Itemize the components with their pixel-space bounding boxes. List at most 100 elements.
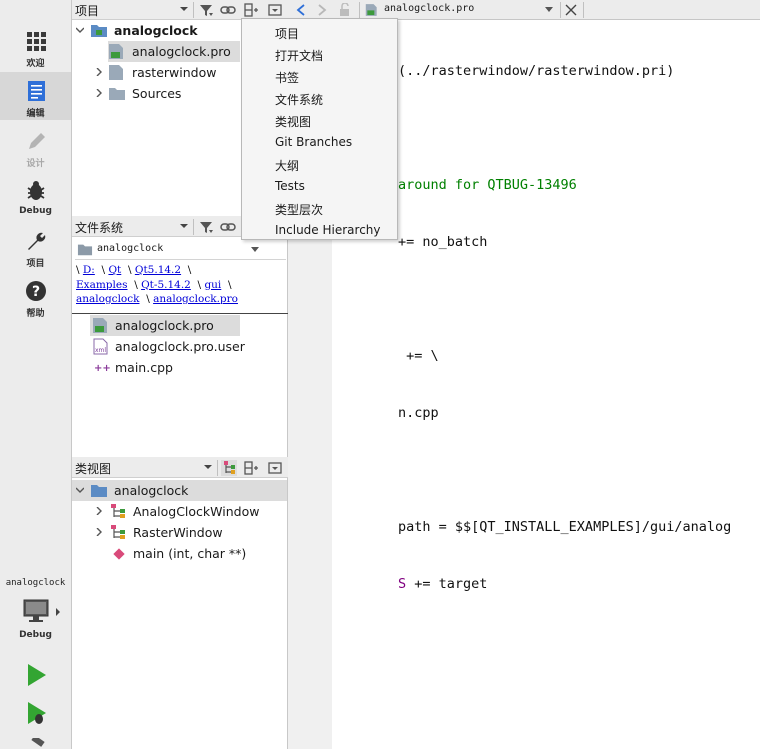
- svg-text:++: ++: [94, 363, 110, 374]
- breadcrumb-link[interactable]: analogclock.pro: [153, 293, 238, 305]
- lock-icon[interactable]: [338, 3, 352, 17]
- chevron-down-icon[interactable]: [76, 486, 84, 494]
- chevron-right-icon[interactable]: [95, 68, 103, 76]
- close-pane-icon[interactable]: [267, 460, 283, 476]
- breadcrumb-link[interactable]: Examples: [76, 279, 128, 291]
- mode-bar: 欢迎 编辑 设计 Debug 项目 ? 帮助 analogclock Debug: [0, 0, 72, 749]
- folder-icon: [77, 244, 93, 256]
- pencil-icon: [29, 133, 45, 149]
- menu-item-include-hierarchy[interactable]: Include Hierarchy: [243, 219, 396, 241]
- breadcrumb-link[interactable]: D:: [83, 264, 95, 276]
- close-pane-icon[interactable]: [267, 2, 283, 18]
- svg-text:xml: xml: [95, 347, 106, 354]
- split-icon[interactable]: [243, 460, 259, 476]
- menu-item-projects[interactable]: 项目: [243, 21, 396, 43]
- mode-welcome[interactable]: 欢迎: [0, 22, 71, 70]
- code-keyword: S: [398, 576, 407, 592]
- svg-text:?: ?: [32, 284, 40, 300]
- project-folder-icon: [91, 25, 107, 37]
- run-icon[interactable]: [24, 662, 48, 688]
- class-item-rasterwindow[interactable]: RasterWindow: [72, 522, 288, 543]
- menu-item-git-branches[interactable]: Git Branches: [243, 131, 396, 153]
- code-line: S += target: [398, 575, 731, 594]
- tree-item-label: Sources: [132, 86, 182, 101]
- filter-icon[interactable]: [198, 2, 214, 18]
- close-icon[interactable]: [565, 4, 577, 16]
- breadcrumb-link[interactable]: Qt: [108, 264, 121, 276]
- chevron-down-icon[interactable]: [250, 246, 260, 254]
- chevron-down-icon[interactable]: [544, 6, 554, 14]
- back-arrow-icon[interactable]: [296, 4, 306, 16]
- kit-selector-arrow[interactable]: [56, 608, 60, 616]
- help-icon: ?: [26, 281, 46, 301]
- chevron-down-icon[interactable]: [179, 221, 189, 231]
- breadcrumb-link[interactable]: analogclock: [76, 293, 140, 305]
- link-icon[interactable]: [220, 2, 236, 18]
- file-item-label: main.cpp: [115, 360, 173, 375]
- link-icon[interactable]: [220, 219, 236, 235]
- mode-label: 项目: [26, 259, 45, 269]
- menu-item-tests[interactable]: Tests: [243, 175, 396, 197]
- menu-item-outline[interactable]: 大纲: [243, 153, 396, 175]
- class-item-project[interactable]: analogclock: [72, 480, 287, 501]
- combo-value: analogclock: [97, 243, 164, 254]
- chevron-down-icon[interactable]: [203, 462, 213, 472]
- mode-edit[interactable]: 编辑: [0, 72, 71, 120]
- code-area[interactable]: (../rasterwindow/rasterwindow.pri) aroun…: [398, 24, 731, 632]
- folder-icon: [109, 88, 125, 100]
- class-icon: [111, 525, 125, 539]
- chevron-right-icon[interactable]: [95, 507, 103, 515]
- classview-pane-header: 类视图: [72, 457, 288, 478]
- chevron-down-icon[interactable]: [76, 26, 84, 34]
- class-item-label: analogclock: [114, 483, 189, 498]
- chevron-down-icon[interactable]: [179, 4, 189, 14]
- filter-icon[interactable]: [198, 219, 214, 235]
- tree-item-pro-file[interactable]: analogclock.pro: [108, 41, 240, 62]
- mode-design[interactable]: 设计: [0, 122, 71, 170]
- filesystem-root-combo[interactable]: analogclock: [75, 240, 286, 260]
- debug-run-icon[interactable]: [24, 700, 48, 726]
- code-line: (../rasterwindow/rasterwindow.pri): [398, 63, 675, 79]
- file-item-main-cpp[interactable]: ++ main.cpp: [72, 357, 288, 378]
- grid-icon: [27, 32, 46, 51]
- code-line-comment: around for QTBUG-13496: [398, 177, 577, 193]
- file-item-pro-user[interactable]: xml analogclock.pro.user: [72, 336, 288, 357]
- class-item-label: AnalogClockWindow: [133, 504, 260, 519]
- code-text: += target: [406, 576, 488, 592]
- class-item-main-function[interactable]: main (int, char **): [72, 543, 288, 564]
- class-hierarchy-icon[interactable]: [221, 460, 237, 476]
- forward-arrow-icon[interactable]: [317, 4, 327, 16]
- menu-item-open-documents[interactable]: 打开文档: [243, 43, 396, 65]
- breadcrumb: \ D: \ Qt \ Qt5.14.2 \ Examples \ Qt-5.1…: [76, 264, 238, 305]
- monitor-icon[interactable]: [22, 598, 50, 624]
- split-icon[interactable]: [243, 2, 259, 18]
- breadcrumb-link[interactable]: gui: [204, 279, 221, 291]
- code-line: n.cpp: [398, 405, 439, 421]
- code-line: += \: [398, 348, 439, 364]
- bug-icon: [27, 181, 45, 200]
- document-edit-icon: [28, 81, 45, 101]
- breadcrumb-link[interactable]: Qt5.14.2: [135, 264, 181, 276]
- editor-tab-filename[interactable]: analogclock.pro: [384, 3, 474, 14]
- menu-item-type-hierarchy[interactable]: 类型层次: [243, 197, 396, 219]
- mode-help[interactable]: ? 帮助: [0, 272, 71, 320]
- chevron-right-icon[interactable]: [95, 528, 103, 536]
- mode-debug[interactable]: Debug: [0, 172, 71, 220]
- class-item-label: RasterWindow: [133, 525, 223, 540]
- file-item-pro[interactable]: analogclock.pro: [90, 315, 240, 336]
- menu-item-filesystem[interactable]: 文件系统: [243, 87, 396, 109]
- menu-item-class-view[interactable]: 类视图: [243, 109, 396, 131]
- code-line: path = $$[QT_INSTALL_EXAMPLES]/gui/analo…: [398, 519, 732, 535]
- build-hammer-icon[interactable]: [24, 738, 48, 749]
- breadcrumb-link[interactable]: Qt-5.14.2: [141, 279, 191, 291]
- chevron-right-icon[interactable]: [95, 89, 103, 97]
- cpp-file-icon: ++: [94, 363, 110, 374]
- mode-projects[interactable]: 项目: [0, 222, 71, 270]
- menu-item-bookmarks[interactable]: 书签: [243, 65, 396, 87]
- class-item-analogclockwindow[interactable]: AnalogClockWindow: [72, 501, 288, 522]
- project-folder-icon: [91, 485, 107, 497]
- pro-file-icon: [109, 44, 123, 59]
- mode-label: Debug: [19, 206, 52, 216]
- tree-item-label: analogclock: [114, 23, 198, 38]
